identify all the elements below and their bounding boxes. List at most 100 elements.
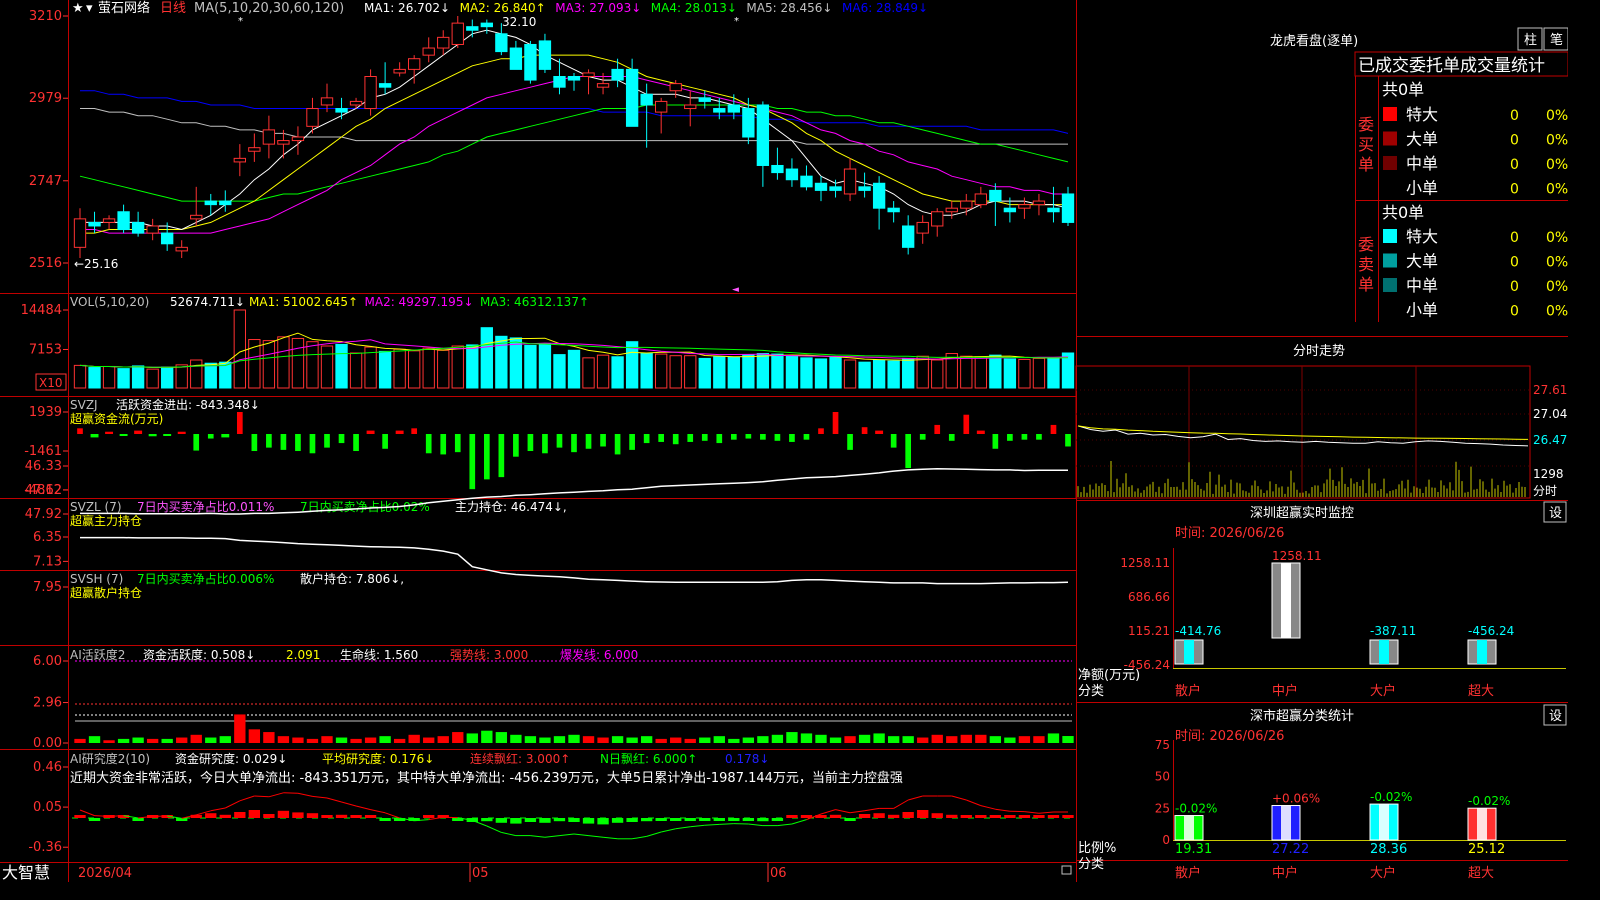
price-panel: 3210 2979 2747 2516 32.10 ←25.16 * * ◄	[29, 9, 1075, 295]
szc-y-tick: 50	[1155, 770, 1170, 784]
low-label: ←25.16	[74, 257, 118, 271]
ai-research-line-seg	[1038, 811, 1054, 814]
event-marker-icon[interactable]: *	[734, 16, 739, 27]
candle	[117, 204, 130, 234]
svzj-bar	[948, 434, 955, 441]
ai-active-bar	[931, 734, 943, 743]
volume-bar	[756, 353, 770, 389]
row-label: 特大	[1406, 227, 1438, 246]
y-tick-label: 2747	[29, 174, 62, 189]
volume-bar	[814, 358, 828, 389]
szc-value-label: 28.36	[1370, 842, 1407, 857]
ai-research-bar	[539, 818, 551, 823]
ai-active-bar	[161, 738, 173, 743]
candle	[262, 115, 276, 159]
candle-body	[611, 68, 624, 81]
longhu-header: 已成交委托单成交量统计	[1358, 56, 1545, 76]
longhu-panel: 龙虎看盘(逐单) 柱 笔 已成交委托单成交量统计 委买单 委卖单 共0单 共0单…	[1270, 27, 1568, 322]
ai-research-bar	[771, 818, 784, 821]
candle-body	[727, 104, 740, 113]
candle-body	[1047, 207, 1060, 213]
svzj-bar	[890, 434, 897, 448]
svzj-bar	[745, 434, 752, 439]
sz-classify-side-label2: 分类	[1078, 857, 1104, 872]
candle-body	[640, 93, 653, 106]
ai-research-line-seg	[719, 823, 734, 825]
volume-bar	[655, 353, 668, 389]
candle-body	[931, 211, 944, 227]
svzj-bar	[382, 434, 388, 449]
star-icon[interactable]: ★	[72, 1, 84, 16]
lock-icon[interactable]	[1061, 865, 1072, 875]
szc-y-tick: 0	[1162, 833, 1170, 847]
volume-bar	[1047, 357, 1060, 389]
ai-research-bar	[292, 812, 304, 818]
air-l1: 资金研究度: 0.029↓	[175, 751, 287, 766]
row-count: 0	[1510, 133, 1519, 149]
dropdown-icon[interactable]: ▾	[86, 1, 93, 16]
svzj-bar	[571, 434, 577, 453]
buy-total: 共0单	[1382, 80, 1424, 99]
ai-research-line-seg	[210, 807, 226, 812]
period-label[interactable]: 日线	[160, 1, 186, 16]
candle	[611, 58, 624, 88]
air-title: AI研究度2(10)	[70, 751, 150, 766]
ai-research-line-seg	[820, 809, 836, 815]
ai-research-bar	[1004, 815, 1016, 818]
svzj-bar	[934, 424, 941, 434]
ai-research-line-seg	[777, 823, 792, 827]
candle	[437, 30, 450, 56]
ai-active-bar	[350, 738, 362, 743]
volume-bar	[306, 341, 319, 389]
ai-research-bar	[684, 818, 696, 821]
candle	[800, 165, 813, 191]
svzj-bar	[236, 412, 243, 434]
candle-body	[829, 186, 842, 191]
candle-body	[219, 200, 232, 206]
ai-active-bar	[466, 733, 478, 743]
candle	[1032, 193, 1046, 216]
svzl-g3: 主力持仓: 46.474↓,	[455, 499, 567, 514]
candle-body	[902, 225, 915, 248]
legend-swatch	[1383, 253, 1397, 268]
ai-active-bar	[437, 736, 449, 743]
ma1-line	[80, 29, 1069, 231]
ai-research-bar	[524, 818, 537, 822]
ai-research-bar	[640, 818, 653, 822]
volume-bar	[73, 364, 87, 389]
aia-l1: 资金活跃度: 0.508↓	[143, 647, 255, 662]
ma4-line	[79, 104, 1069, 202]
svzj-title: SVZJ	[70, 398, 98, 412]
candle-body	[393, 68, 406, 74]
svzj-bar	[193, 434, 200, 451]
ai-research-line-seg	[908, 795, 923, 801]
ai-research-bar	[248, 810, 261, 818]
svzl-g2: 7日内买卖净占比0.02%	[300, 499, 430, 514]
fenshi-line	[1077, 425, 1529, 447]
volume-bar	[378, 350, 392, 389]
ai-research-line-seg	[951, 795, 967, 801]
szm-category-label: 超大	[1468, 684, 1494, 699]
ai-research-bar	[350, 815, 362, 818]
volume-bar	[277, 336, 290, 389]
ai-active-bar	[234, 714, 246, 743]
szc-change-label: -0.02%	[1468, 794, 1510, 808]
vol-y-axis: 14484 7153	[21, 303, 68, 357]
ai-research-line-seg	[748, 823, 763, 827]
vol-legend-item: MA1: 51002.645↑	[249, 295, 358, 309]
buy-vertical-label: 委买单	[1358, 115, 1374, 174]
event-marker-icon[interactable]: *	[238, 16, 243, 27]
ai-active-bar	[117, 738, 130, 743]
ai-research-line-seg	[530, 835, 545, 838]
candle	[814, 176, 828, 202]
ai-research-bar	[1047, 815, 1060, 818]
ai-active-bar	[219, 736, 231, 743]
ai-research-bar	[335, 814, 348, 818]
candle	[1061, 186, 1075, 226]
candle-body	[131, 221, 145, 234]
ma-legend-item: MA6: 28.849↓	[842, 1, 928, 15]
air-y-axis: 0.46 0.05 -0.36	[28, 760, 68, 855]
svzj-bar	[90, 434, 99, 438]
sz-monitor-settings-label: 设	[1549, 506, 1562, 521]
ai-research-line-seg	[472, 819, 488, 827]
